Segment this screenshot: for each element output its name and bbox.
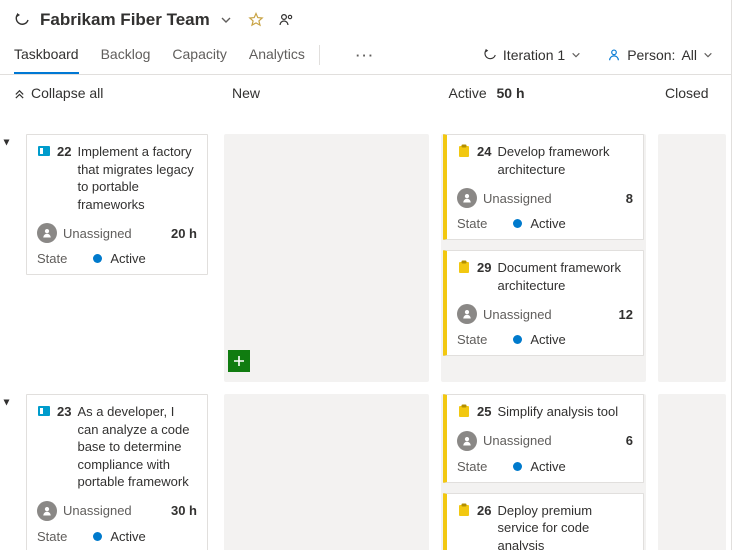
assignee[interactable]: Unassigned xyxy=(457,304,552,324)
avatar-icon xyxy=(457,431,477,451)
work-item-title: Document framework architecture xyxy=(497,259,633,294)
task-card[interactable]: 24 Develop framework architecture Unassi… xyxy=(443,134,644,240)
state-dot-icon xyxy=(513,219,522,228)
state-dot-icon xyxy=(513,335,522,344)
iteration-picker[interactable]: Iteration 1 xyxy=(479,39,585,71)
state-value: Active xyxy=(93,251,145,266)
tab-analytics[interactable]: Analytics xyxy=(249,36,305,74)
task-card[interactable]: 25 Simplify analysis tool Unassigned 6 xyxy=(443,394,644,483)
collapse-icon xyxy=(14,88,25,99)
state-dot-icon xyxy=(513,462,522,471)
iteration-label: Iteration 1 xyxy=(503,47,565,63)
remaining-hours: 20 h xyxy=(171,226,197,241)
work-item-title: Develop framework architecture xyxy=(497,143,633,178)
story-card[interactable]: 22 Implement a factory that migrates leg… xyxy=(26,134,208,275)
task-icon xyxy=(457,260,471,274)
tab-backlog[interactable]: Backlog xyxy=(101,36,151,74)
task-icon xyxy=(457,144,471,158)
assignee[interactable]: Unassigned xyxy=(37,223,132,243)
work-item-id: 25 xyxy=(477,403,491,421)
user-story-icon xyxy=(37,404,51,418)
lane-active[interactable]: 25 Simplify analysis tool Unassigned 6 xyxy=(435,390,652,550)
avatar-icon xyxy=(37,223,57,243)
story-card[interactable]: 23 As a developer, I can analyze a code … xyxy=(26,394,208,550)
assignee-label: Unassigned xyxy=(63,226,132,241)
favorite-star-icon[interactable] xyxy=(248,12,264,28)
work-item-title: Deploy premium service for code analysis xyxy=(497,502,633,550)
task-card[interactable]: 26 Deploy premium service for code analy… xyxy=(443,493,644,550)
work-item-id: 24 xyxy=(477,143,491,161)
state-dot-icon xyxy=(93,254,102,263)
user-story-icon xyxy=(37,144,51,158)
collapse-all-label: Collapse all xyxy=(31,85,103,101)
iteration-icon xyxy=(483,48,497,62)
avatar-icon xyxy=(457,304,477,324)
state-field-label: State xyxy=(37,251,67,266)
lane-active[interactable]: 24 Develop framework architecture Unassi… xyxy=(435,130,652,378)
team-picker-chevron[interactable] xyxy=(220,14,232,26)
assignee[interactable]: Unassigned xyxy=(457,431,552,451)
lane-closed[interactable] xyxy=(652,390,732,550)
work-item-title: As a developer, I can analyze a code bas… xyxy=(77,403,197,491)
swimlane-collapse-toggle[interactable] xyxy=(2,398,11,407)
assignee[interactable]: Unassigned xyxy=(457,188,552,208)
state-value: Active xyxy=(513,459,565,474)
remaining-hours: 30 h xyxy=(171,503,197,518)
column-name: Active xyxy=(449,85,487,101)
work-item-id: 23 xyxy=(57,403,71,421)
column-hours: 50 h xyxy=(497,85,525,101)
column-name: Closed xyxy=(665,85,709,101)
person-value: All xyxy=(681,47,697,63)
work-item-title: Implement a factory that migrates legacy… xyxy=(77,143,197,213)
column-header-active: Active 50 h xyxy=(435,75,652,111)
task-card[interactable]: 29 Document framework architecture Unass… xyxy=(443,250,644,356)
work-item-id: 22 xyxy=(57,143,71,161)
remaining-hours: 8 xyxy=(626,191,633,206)
assignee-label: Unassigned xyxy=(483,191,552,206)
person-filter[interactable]: Person: All xyxy=(603,39,717,71)
collapse-all-button[interactable]: Collapse all xyxy=(0,75,218,111)
state-dot-icon xyxy=(93,532,102,541)
assignee[interactable]: Unassigned xyxy=(37,501,132,521)
state-value: Active xyxy=(513,216,565,231)
tab-divider xyxy=(319,45,320,65)
remaining-hours: 6 xyxy=(626,433,633,448)
assignee-label: Unassigned xyxy=(63,503,132,518)
lane-new[interactable] xyxy=(218,390,435,550)
team-members-icon[interactable] xyxy=(278,12,294,28)
state-value: Active xyxy=(93,529,145,544)
chevron-down-icon xyxy=(571,50,581,60)
team-name: Fabrikam Fiber Team xyxy=(40,10,210,30)
person-label-prefix: Person: xyxy=(627,47,675,63)
column-name: New xyxy=(232,85,260,101)
state-field-label: State xyxy=(457,459,487,474)
task-icon xyxy=(457,404,471,418)
add-task-button[interactable] xyxy=(228,350,250,372)
tab-overflow-menu[interactable]: ··· xyxy=(352,38,379,73)
lane-closed[interactable] xyxy=(652,130,732,378)
column-header-new: New xyxy=(218,75,435,111)
assignee-label: Unassigned xyxy=(483,433,552,448)
swimlane-collapse-toggle[interactable] xyxy=(2,138,11,147)
tab-taskboard[interactable]: Taskboard xyxy=(14,36,79,74)
avatar-icon xyxy=(37,501,57,521)
state-value: Active xyxy=(513,332,565,347)
avatar-icon xyxy=(457,188,477,208)
state-field-label: State xyxy=(457,332,487,347)
tab-capacity[interactable]: Capacity xyxy=(172,36,226,74)
work-item-id: 26 xyxy=(477,502,491,520)
work-item-title: Simplify analysis tool xyxy=(497,403,633,421)
chevron-down-icon xyxy=(703,50,713,60)
work-item-id: 29 xyxy=(477,259,491,277)
state-field-label: State xyxy=(457,216,487,231)
lane-new[interactable] xyxy=(218,130,435,378)
state-field-label: State xyxy=(37,529,67,544)
remaining-hours: 12 xyxy=(619,307,633,322)
person-icon xyxy=(607,48,621,62)
task-icon xyxy=(457,503,471,517)
column-header-closed: Closed xyxy=(651,75,731,111)
assignee-label: Unassigned xyxy=(483,307,552,322)
team-icon xyxy=(14,12,30,28)
